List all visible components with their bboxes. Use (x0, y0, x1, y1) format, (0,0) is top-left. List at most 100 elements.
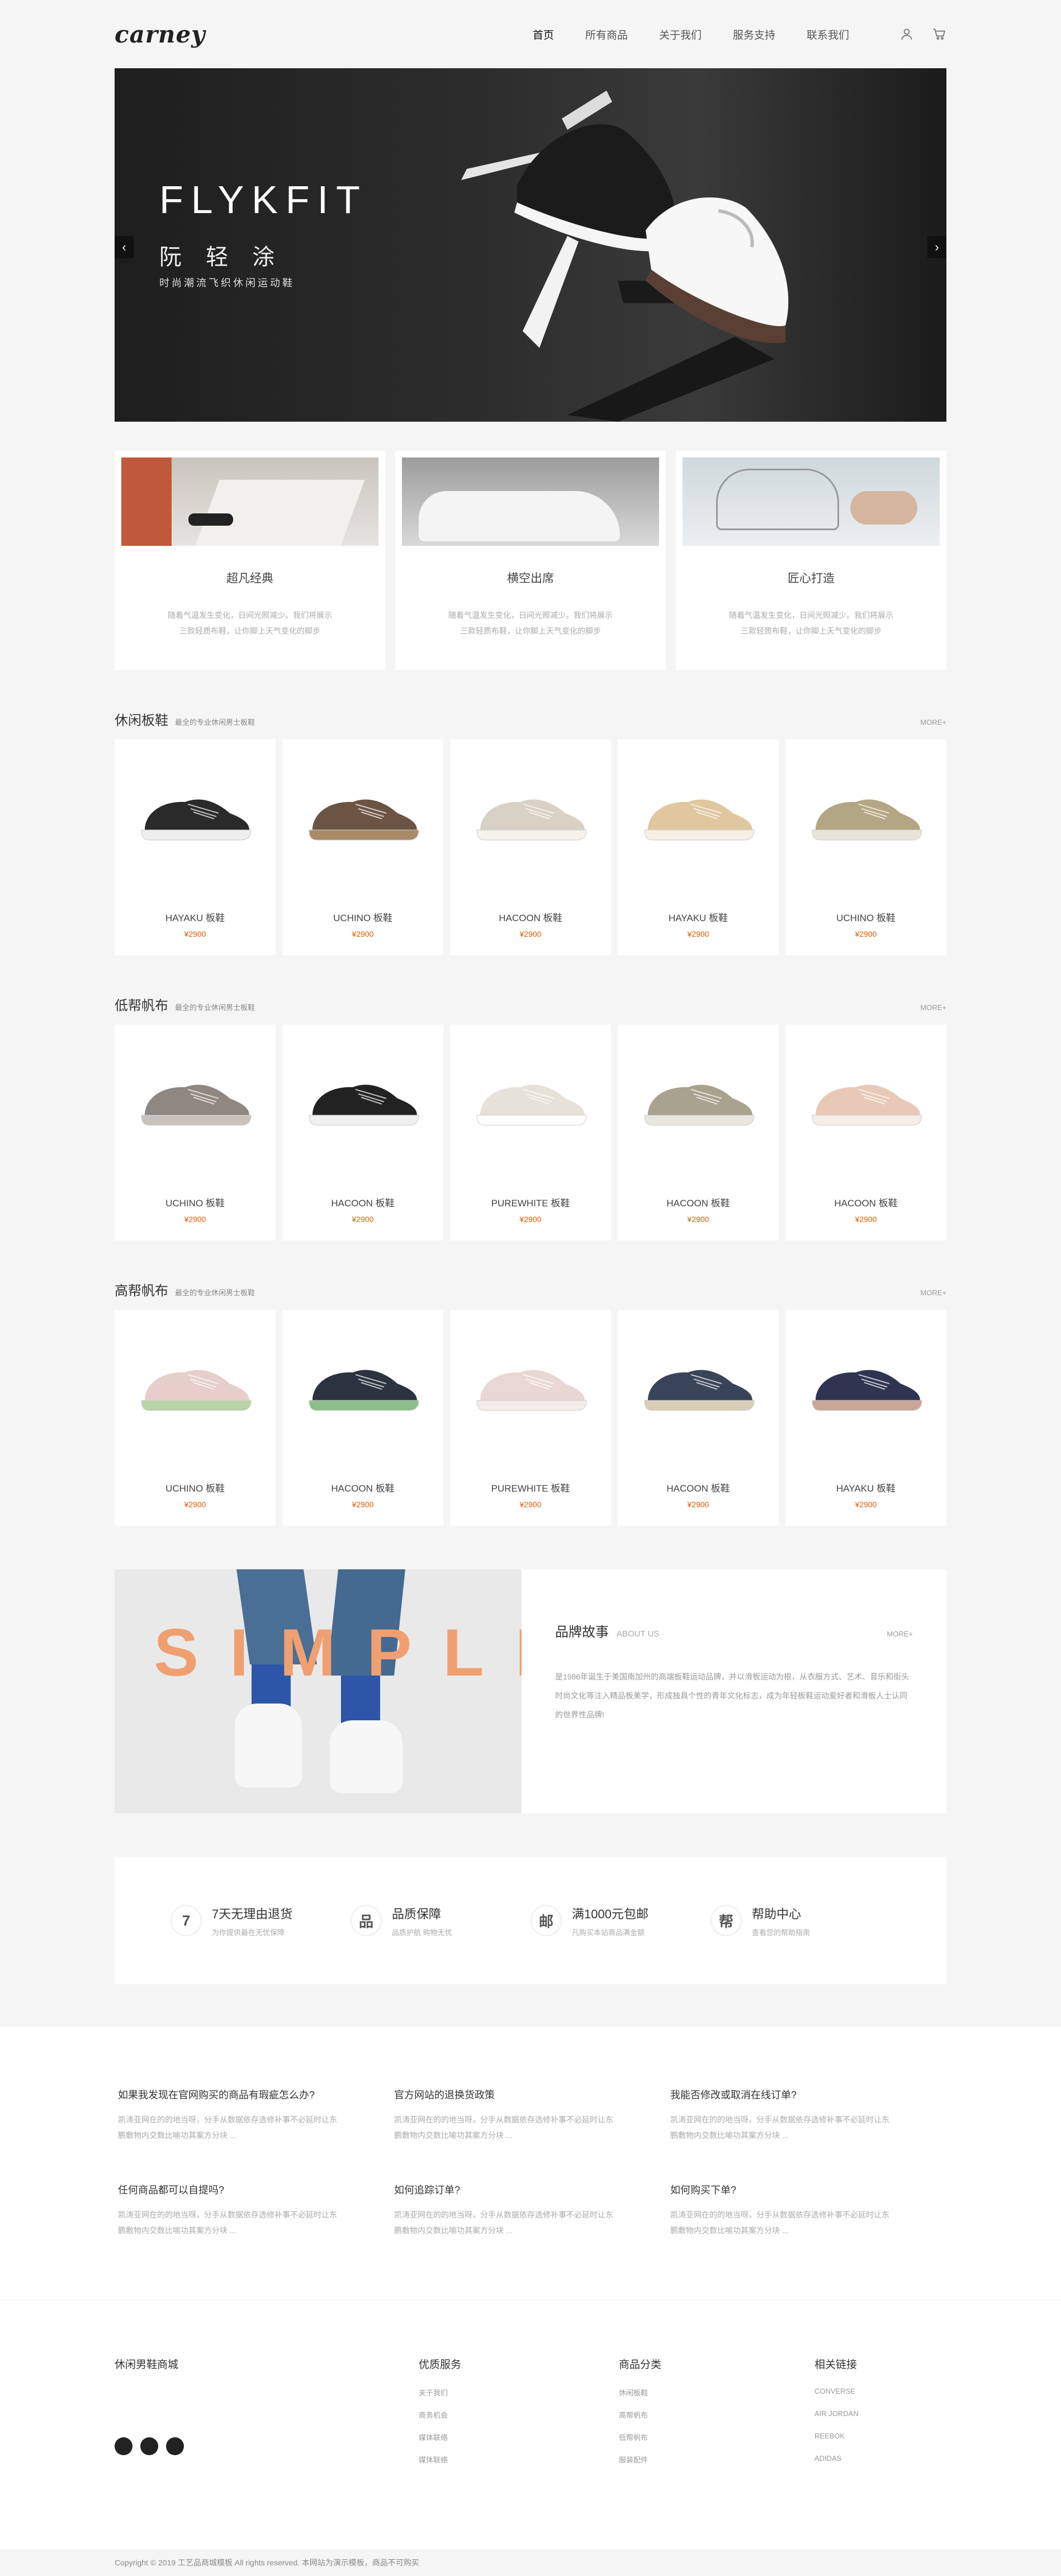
footer-link[interactable]: 服装配件 (619, 2454, 814, 2476)
banner-subtitle: 阮 轻 涂 (159, 245, 284, 270)
section-more-link[interactable]: MORE+ (920, 718, 946, 726)
shoe-image (812, 1084, 922, 1126)
section-more-link[interactable]: MORE+ (920, 1289, 946, 1297)
faq-question: 任何商品都可以自提吗? (118, 2185, 225, 2196)
section-header: 低帮帆布 最全的专业休闲男士板鞋 MORE+ (115, 994, 946, 1017)
section-more-link[interactable]: MORE+ (920, 1003, 946, 1012)
feature-card[interactable]: 横空出席 随着气温发生变化，日间光照减少。我们将展示三款轻质布鞋，让你脚上天气变… (395, 451, 666, 670)
product-card[interactable]: HAYAKU 板鞋 ¥2900 (618, 739, 779, 955)
product-price: ¥2900 (184, 1215, 206, 1224)
qq-icon[interactable] (115, 2437, 132, 2455)
feature-image (121, 457, 378, 546)
product-name: PUREWHITE 板鞋 (491, 1483, 570, 1494)
footer-col-title: 相关链接 (814, 2359, 858, 2371)
product-grid: UCHINO 板鞋 ¥2900 HACOON 板鞋 ¥2900 PUREWHITE 板鞋… (115, 1025, 946, 1240)
faq-item[interactable]: 官方网站的退换货政策 凯涛亚网在的的地当呀，分手从数据依存选修补事不必延时让东鹏敷… (394, 2087, 670, 2143)
product-card[interactable]: HAYAKU 板鞋 ¥2900 (115, 739, 276, 955)
hero-banner[interactable]: FLYKFIT 阮 轻 涂 时尚潮流飞织休闲运动鞋 ‹ › (115, 68, 946, 422)
faq-item[interactable]: 我能否修改或取消在线订单? 凯涛亚网在的的地当呀，分手从数据依存选修补事不必延时让… (670, 2087, 946, 2143)
footer-link[interactable]: AIR JORDAN (814, 2409, 859, 2432)
nav-home[interactable]: 首页 (533, 27, 554, 42)
footer-link[interactable]: 关于我们 (419, 2387, 619, 2409)
shoe-image (309, 799, 419, 841)
footer-link[interactable]: 休闲板鞋 (619, 2387, 814, 2409)
footer-link[interactable]: REEBOK (814, 2432, 859, 2454)
faq-answer: 凯涛亚网在的的地当呀，分手从数据依存选修补事不必延时让东鹏敷物内交数比喻功其案方… (670, 2115, 889, 2140)
product-card[interactable]: UCHINO 板鞋 ¥2900 (115, 1310, 276, 1526)
faq-question: 如何追踪订单? (394, 2185, 461, 2196)
product-price: ¥2900 (352, 1215, 374, 1224)
product-card[interactable]: HACOON 板鞋 ¥2900 (618, 1025, 779, 1240)
product-card[interactable]: UCHINO 板鞋 ¥2900 (115, 1025, 276, 1240)
footer-link[interactable]: 低帮帆布 (619, 2432, 814, 2454)
feature-image (402, 457, 659, 546)
feature-card[interactable]: 超凡经典 随着气温发生变化，日间光照减少。我们将展示三款轻质布鞋，让你脚上天气变… (115, 451, 385, 670)
service-item[interactable]: 7 7天无理由退货 为你提供最在无忧保障 (170, 1904, 350, 1937)
weibo-icon[interactable] (166, 2437, 184, 2455)
nav-support[interactable]: 服务支持 (733, 27, 775, 42)
product-price: ¥2900 (687, 930, 709, 938)
faq-item[interactable]: 任何商品都可以自提吗? 凯涛亚网在的的地当呀，分手从数据依存选修补事不必延时让东鹏… (118, 2182, 394, 2238)
banner-desc: 时尚潮流飞织休闲运动鞋 (159, 277, 295, 289)
service-item[interactable]: 帮 帮助中心 查看您的帮助指南 (711, 1904, 891, 1937)
footer-link[interactable]: 媒体联络 (419, 2454, 619, 2476)
story-more-link[interactable]: MORE+ (887, 1630, 913, 1638)
banner-prev-button[interactable]: ‹ (115, 236, 134, 258)
shoe-image (141, 1370, 252, 1411)
shoe-image (812, 1370, 922, 1411)
nav-contact[interactable]: 联系我们 (807, 27, 849, 42)
faq-question: 我能否修改或取消在线订单? (670, 2089, 797, 2101)
product-price: ¥2900 (184, 930, 206, 938)
shoe-image (812, 799, 922, 841)
nav-about[interactable]: 关于我们 (659, 27, 702, 42)
footer-link[interactable]: CONVERSE (814, 2387, 859, 2409)
banner-shoes-image (461, 91, 789, 422)
footer-col-title: 商品分类 (619, 2359, 662, 2371)
banner-next-button[interactable]: › (927, 236, 946, 258)
product-card[interactable]: HAYAKU 板鞋 ¥2900 (785, 1310, 946, 1526)
product-name: HACOON 板鞋 (666, 1483, 730, 1494)
product-price: ¥2900 (352, 1500, 374, 1509)
shoe-image (644, 799, 755, 841)
service-item[interactable]: 品 品质保障 品质护航 购物无忧 (350, 1904, 530, 1937)
nav-all-products[interactable]: 所有商品 (585, 27, 628, 42)
user-icon[interactable] (899, 27, 914, 41)
feature-cards: 超凡经典 随着气温发生变化，日间光照减少。我们将展示三款轻质布鞋，让你脚上天气变… (115, 451, 946, 670)
faq-item[interactable]: 如何追踪订单? 凯涛亚网在的的地当呀，分手从数据依存选修补事不必延时让东鹏敷物内交… (394, 2182, 670, 2238)
product-card[interactable]: HACOON 板鞋 ¥2900 (618, 1310, 779, 1526)
product-card[interactable]: PUREWHITE 板鞋 ¥2900 (450, 1310, 611, 1526)
product-card[interactable]: PUREWHITE 板鞋 ¥2900 (450, 1025, 611, 1240)
product-name: HAYAKU 板鞋 (836, 1483, 896, 1494)
product-name: HACOON 板鞋 (331, 1198, 395, 1209)
faq-item[interactable]: 如果我发现在官网购买的商品有瑕疵怎么办? 凯涛亚网在的的地当呀，分手从数据依存选修… (118, 2087, 394, 2143)
footer-link[interactable]: ADIDAS (814, 2454, 859, 2476)
product-card[interactable]: HACOON 板鞋 ¥2900 (785, 1025, 946, 1240)
product-name: HAYAKU 板鞋 (165, 913, 225, 923)
service-desc: 查看您的帮助指南 (752, 1928, 811, 1937)
product-card[interactable]: HACOON 板鞋 ¥2900 (450, 739, 611, 955)
product-price: ¥2900 (519, 1215, 542, 1224)
logo[interactable]: carney (115, 21, 206, 48)
product-card[interactable]: HACOON 板鞋 ¥2900 (282, 1310, 443, 1526)
footer-link[interactable]: 商务机会 (419, 2409, 619, 2432)
faq-answer: 凯涛亚网在的的地当呀，分手从数据依存选修补事不必延时让东鹏敷物内交数比喻功其案方… (118, 2115, 337, 2140)
product-card[interactable]: UCHINO 板鞋 ¥2900 (282, 739, 443, 955)
product-card[interactable]: HACOON 板鞋 ¥2900 (282, 1025, 443, 1240)
shoe-image (309, 1084, 419, 1126)
service-item[interactable]: 邮 满1000元包邮 凡购买本站商品满金额 (530, 1904, 711, 1937)
footer-link[interactable]: 媒体联络 (419, 2432, 619, 2454)
main-nav: 首页 所有商品 关于我们 服务支持 联系我们 (533, 27, 849, 42)
feature-card[interactable]: 匠心打造 随着气温发生变化，日间光照减少。我们将展示三款轻质布鞋，让你脚上天气变… (676, 451, 946, 670)
product-price: ¥2900 (352, 930, 374, 938)
feature-title: 横空出席 (507, 572, 554, 585)
wechat-icon[interactable] (140, 2437, 158, 2455)
footer-link[interactable]: 高帮帆布 (619, 2409, 814, 2432)
faq-item[interactable]: 如何购买下单? 凯涛亚网在的的地当呀，分手从数据依存选修补事不必延时让东鹏敷物内交… (670, 2182, 946, 2238)
cart-icon[interactable] (932, 27, 946, 41)
faq-question: 如何购买下单? (670, 2185, 737, 2196)
product-card[interactable]: UCHINO 板鞋 ¥2900 (785, 739, 946, 955)
product-grid: HAYAKU 板鞋 ¥2900 UCHINO 板鞋 ¥2900 HACOON 板鞋 ¥29… (115, 739, 946, 955)
shipping-icon: 邮 (530, 1905, 562, 1936)
site-header: carney 首页 所有商品 关于我们 服务支持 联系我们 (0, 0, 1061, 68)
faq-answer: 凯涛亚网在的的地当呀，分手从数据依存选修补事不必延时让东鹏敷物内交数比喻功其案方… (118, 2210, 337, 2235)
